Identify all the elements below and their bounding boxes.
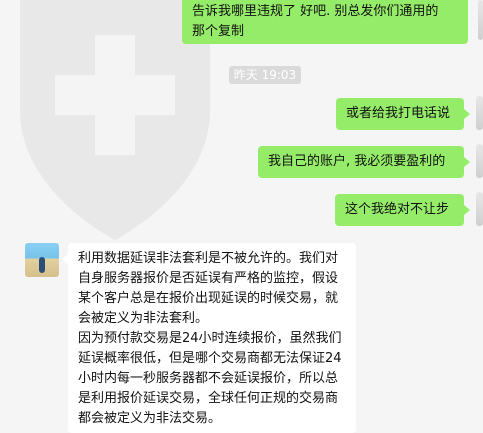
message-bubble-in-1[interactable]: 利用数据延误非法套利是不被允许的。我们对自身服务器报价是否延误有严格的监控，假设… xyxy=(68,243,356,433)
message-bubble-out-3[interactable]: 我自己的账户, 我必须要盈利的 xyxy=(258,146,464,178)
bubble-tail xyxy=(464,157,470,167)
avatar-person-icon xyxy=(39,257,45,273)
avatar-self[interactable] xyxy=(478,0,483,40)
timestamp: 昨天 19:03 xyxy=(229,66,301,84)
message-bubble-out-1[interactable]: 告诉我哪里违规了 好吧. 别总发你们通用的 那个复制 xyxy=(182,0,468,44)
bubble-tail xyxy=(464,205,470,215)
message-bubble-out-2[interactable]: 或者给我打电话说 xyxy=(336,98,464,130)
avatar-self[interactable] xyxy=(476,96,483,130)
avatar-self[interactable] xyxy=(476,144,483,178)
avatar-self[interactable] xyxy=(476,192,483,226)
message-bubble-out-4[interactable]: 这个我绝对不让步 xyxy=(335,194,464,226)
avatar-contact[interactable] xyxy=(25,243,59,277)
bubble-tail xyxy=(464,109,470,119)
